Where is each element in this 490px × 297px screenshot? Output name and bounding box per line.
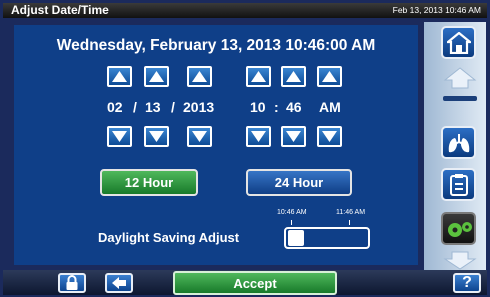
down-arrow-icon <box>322 131 337 142</box>
lock-button[interactable] <box>58 273 86 293</box>
dst-right-label: 11:46 AM <box>336 209 366 216</box>
minute-down-button[interactable] <box>281 126 306 147</box>
date-separator: / <box>171 99 175 115</box>
down-arrow-icon <box>251 131 266 142</box>
accept-button[interactable]: Accept <box>173 271 337 295</box>
back-arrow-icon <box>112 277 126 289</box>
minute-value: 46 <box>286 99 302 115</box>
current-datetime: Feb 13, 2013 10:46 AM <box>392 5 481 15</box>
down-arrow-icon <box>443 251 477 270</box>
up-arrow-icon <box>149 71 164 82</box>
lungs-button[interactable] <box>441 126 476 159</box>
gears-icon <box>447 221 472 237</box>
year-value: 2013 <box>183 99 215 115</box>
hour-up-button[interactable] <box>246 66 271 87</box>
time-separator: : <box>274 99 279 115</box>
dst-label: Daylight Saving Adjust <box>98 230 240 245</box>
scroll-up-arrow[interactable] <box>442 66 478 94</box>
scroll-down-arrow[interactable] <box>442 250 478 270</box>
home-icon <box>446 31 471 54</box>
home-button[interactable] <box>441 26 476 59</box>
down-arrow-icon <box>192 131 207 142</box>
year-down-button[interactable] <box>187 126 212 147</box>
scroll-divider <box>443 96 477 101</box>
up-arrow-icon <box>322 71 337 82</box>
day-value: 13 <box>145 99 161 115</box>
up-arrow-icon <box>251 71 266 82</box>
month-value: 02 <box>107 99 123 115</box>
up-arrow-icon <box>192 71 207 82</box>
back-button[interactable] <box>105 273 133 293</box>
app-window: Adjust Date/Time Feb 13, 2013 10:46 AM W… <box>0 0 490 297</box>
settings-button[interactable] <box>441 212 476 245</box>
window-title: Adjust Date/Time <box>11 3 109 17</box>
dst-left-tick <box>291 220 292 225</box>
minute-up-button[interactable] <box>281 66 306 87</box>
year-up-button[interactable] <box>187 66 212 87</box>
date-separator: / <box>133 99 137 115</box>
help-icon: ? <box>462 274 472 291</box>
day-up-button[interactable] <box>144 66 169 87</box>
help-button[interactable]: ? <box>453 273 481 293</box>
bottom-bar: Accept ? <box>3 270 487 295</box>
dst-right-tick <box>349 220 350 225</box>
ampm-down-button[interactable] <box>317 126 342 147</box>
hour-down-button[interactable] <box>246 126 271 147</box>
12-hour-button[interactable]: 12 Hour <box>100 169 198 196</box>
up-arrow-icon <box>112 71 127 82</box>
clipboard-icon <box>449 173 468 196</box>
ampm-value: AM <box>319 99 341 115</box>
day-down-button[interactable] <box>144 126 169 147</box>
clipboard-button[interactable] <box>441 168 476 201</box>
date-time-panel: Wednesday, February 13, 2013 10:46:00 AM… <box>14 25 418 265</box>
up-arrow-icon <box>286 71 301 82</box>
dst-slider-knob[interactable] <box>288 230 304 246</box>
hour-value: 10 <box>250 99 266 115</box>
down-arrow-icon <box>286 131 301 142</box>
month-up-button[interactable] <box>107 66 132 87</box>
lungs-icon <box>448 133 469 152</box>
down-arrow-icon <box>112 131 127 142</box>
up-arrow-icon <box>443 67 477 89</box>
down-arrow-icon <box>149 131 164 142</box>
lock-icon <box>66 275 78 290</box>
24-hour-button[interactable]: 24 Hour <box>246 169 352 196</box>
dst-slider[interactable] <box>284 227 370 249</box>
sidebar <box>424 22 486 270</box>
month-down-button[interactable] <box>107 126 132 147</box>
ampm-up-button[interactable] <box>317 66 342 87</box>
full-date-display: Wednesday, February 13, 2013 10:46:00 AM <box>56 37 376 54</box>
title-bar: Adjust Date/Time Feb 13, 2013 10:46 AM <box>3 3 487 18</box>
dst-left-label: 10:46 AM <box>277 209 307 216</box>
